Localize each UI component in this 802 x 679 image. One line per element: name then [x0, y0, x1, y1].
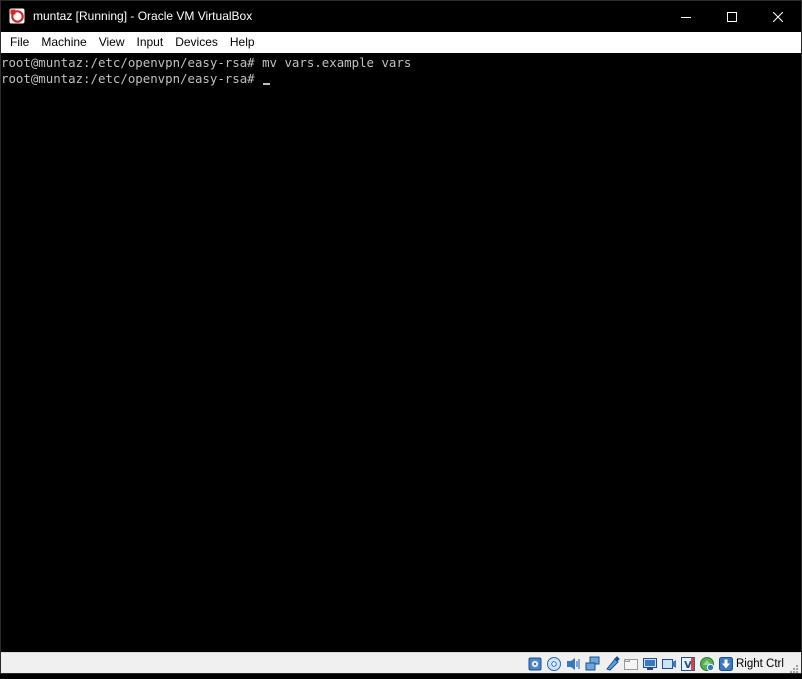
shared-folders-icon[interactable] — [623, 656, 639, 672]
menu-machine[interactable]: Machine — [35, 33, 92, 52]
guest-additions-icon[interactable] — [699, 656, 715, 672]
hard-disk-icon[interactable] — [527, 656, 543, 672]
terminal-prompt-line: root@muntaz:/etc/openvpn/easy-rsa# — [1, 71, 271, 87]
svg-text:V: V — [684, 660, 692, 671]
recording-icon[interactable] — [661, 656, 677, 672]
maximize-icon — [727, 11, 737, 22]
network-icon[interactable] — [585, 656, 601, 672]
menu-input[interactable]: Input — [131, 33, 170, 52]
terminal-line: root@muntaz:/etc/openvpn/easy-rsa# mv va… — [1, 55, 411, 71]
mouse-integration-icon[interactable] — [718, 656, 734, 672]
usb-icon[interactable] — [604, 656, 620, 672]
window-title: muntaz [Running] - Oracle VM VirtualBox — [33, 9, 253, 23]
menu-bar: File Machine View Input Devices Help — [1, 32, 801, 53]
vm-screen[interactable]: root@muntaz:/etc/openvpn/easy-rsa# mv va… — [1, 53, 801, 652]
audio-icon[interactable] — [565, 656, 581, 672]
terminal-line-text: root@muntaz:/etc/openvpn/easy-rsa# mv va… — [1, 55, 412, 70]
virtualbox-app-icon[interactable] — [9, 8, 25, 24]
host-key-label[interactable]: Right Ctrl — [736, 657, 784, 671]
vt-x-icon[interactable]: V — [680, 656, 696, 672]
optical-drive-icon[interactable] — [546, 656, 562, 672]
menu-help[interactable]: Help — [224, 33, 261, 52]
text-cursor — [263, 83, 271, 85]
display-icon[interactable] — [642, 656, 658, 672]
menu-view[interactable]: View — [93, 33, 131, 52]
minimize-icon — [681, 16, 691, 18]
resize-grip-icon[interactable] — [789, 661, 799, 673]
close-icon — [773, 11, 783, 22]
title-bar[interactable]: muntaz [Running] - Oracle VM VirtualBox — [1, 1, 801, 32]
close-button[interactable] — [755, 1, 801, 32]
menu-devices[interactable]: Devices — [169, 33, 224, 52]
status-bar: V Right Ctrl — [1, 652, 801, 673]
terminal-prompt-text: root@muntaz:/etc/openvpn/easy-rsa# — [1, 71, 263, 86]
maximize-button[interactable] — [709, 1, 755, 32]
virtualbox-window: muntaz [Running] - Oracle VM VirtualBox … — [0, 0, 802, 674]
minimize-button[interactable] — [663, 1, 709, 32]
menu-file[interactable]: File — [4, 33, 35, 52]
